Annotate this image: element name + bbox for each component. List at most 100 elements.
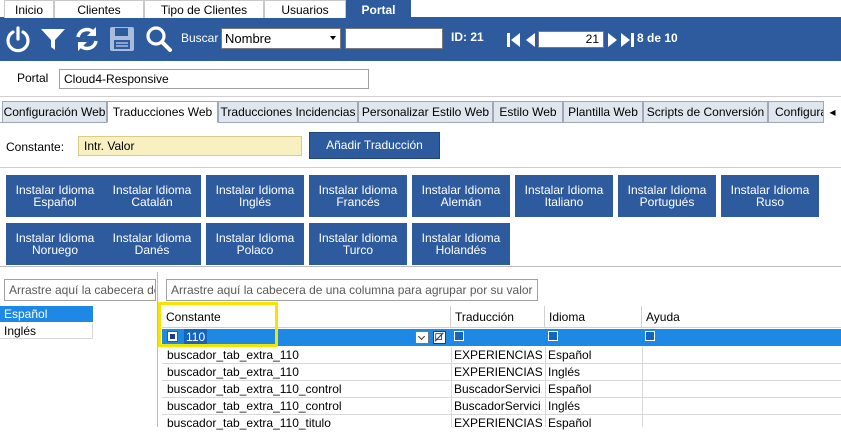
- tabs-scroll-left-icon[interactable]: ◂: [824, 101, 841, 123]
- install-language-button[interactable]: Instalar Idioma Italiano: [515, 175, 613, 217]
- prev-page-icon[interactable]: [525, 32, 536, 48]
- button-line2: Ruso: [755, 195, 784, 209]
- constante-input[interactable]: Intr. Valor: [78, 136, 302, 156]
- button-line2: Catalán: [131, 195, 173, 209]
- install-language-button[interactable]: Instalar Idioma Ruso: [721, 175, 819, 217]
- install-language-button[interactable]: Instalar Idioma Alemán: [412, 175, 510, 217]
- filter-traduccion-icon[interactable]: [454, 331, 464, 341]
- table-row[interactable]: buscador_tab_extra_110 EXPERIENCIAS Espa…: [162, 347, 841, 364]
- column-divider: [642, 347, 643, 427]
- subtabs: Configuración Web Traducciones Web Tradu…: [0, 101, 841, 123]
- install-language-button[interactable]: Instalar Idioma Danés: [103, 223, 201, 265]
- cell-idioma: Español: [548, 416, 592, 430]
- column-divider: [545, 347, 546, 427]
- tab-estilo-web[interactable]: Estilo Web: [493, 101, 563, 123]
- install-language-button[interactable]: Instalar Idioma Holandés: [412, 223, 510, 265]
- tab-configuracion-web[interactable]: Configuración Web: [2, 101, 107, 123]
- filter-idioma-icon[interactable]: [548, 331, 558, 341]
- portal-field[interactable]: Cloud4-Responsive: [59, 69, 369, 89]
- install-language-button[interactable]: Instalar Idioma Español: [6, 175, 104, 217]
- top-nav: Inicio Clientes Tipo de Clientes Usuario…: [0, 0, 841, 18]
- refresh-icon[interactable]: [73, 25, 101, 53]
- cell-constante: buscador_tab_extra_110_control: [167, 382, 342, 396]
- button-line2: Holandés: [435, 243, 487, 257]
- cell-constante: buscador_tab_extra_110_titulo: [167, 416, 331, 430]
- group-by-area[interactable]: Arrastre aquí la cabecera de: [4, 279, 156, 301]
- column-header-ayuda[interactable]: Ayuda: [642, 306, 841, 328]
- cell-traduccion: BuscadorServici...: [454, 399, 542, 413]
- tab-plantilla-web[interactable]: Plantilla Web: [563, 101, 643, 123]
- cell-traduccion: BuscadorServici...: [454, 382, 542, 396]
- nav-tab-usuarios[interactable]: Usuarios: [264, 0, 346, 18]
- table-row[interactable]: buscador_tab_extra_110 EXPERIENCIAS Ingl…: [162, 364, 841, 381]
- tab-configura[interactable]: Configura: [768, 101, 824, 123]
- last-page-icon[interactable]: [620, 32, 634, 48]
- tab-traducciones-web[interactable]: Traducciones Web: [107, 101, 218, 123]
- list-item[interactable]: Inglés: [0, 323, 93, 339]
- button-line2: Turco: [342, 243, 374, 257]
- next-page-icon[interactable]: [607, 32, 618, 48]
- search-field-value: Nombre: [225, 31, 272, 46]
- toolbar: Buscar Nombre ID: 21 21 8 de 10: [0, 18, 841, 61]
- cell-idioma: Español: [548, 382, 592, 396]
- language-list-panel: Arrastre aquí la cabecera de Español Ing…: [0, 272, 158, 427]
- tab-scripts-conversion[interactable]: Scripts de Conversión: [643, 101, 768, 123]
- id-label: ID: 21: [451, 30, 484, 44]
- first-page-icon[interactable]: [507, 32, 521, 48]
- cell-constante: buscador_tab_extra_110: [167, 348, 299, 362]
- highlight-box: [158, 302, 278, 347]
- search-icon[interactable]: [145, 25, 173, 53]
- filter-icon[interactable]: [39, 25, 67, 53]
- install-language-button[interactable]: Instalar Idioma Francés: [309, 175, 407, 217]
- cell-constante: buscador_tab_extra_110: [167, 365, 299, 379]
- tab-personalizar-estilo-web[interactable]: Personalizar Estilo Web: [358, 101, 493, 123]
- search-input[interactable]: [345, 28, 443, 49]
- language-buttons: Instalar Idioma Español Instalar Idioma Ca…: [0, 171, 841, 267]
- button-line2: Italiano: [544, 195, 584, 209]
- button-line2: Polaco: [236, 243, 274, 257]
- install-language-button[interactable]: Instalar Idioma Polaco: [206, 223, 304, 265]
- cell-constante: buscador_tab_extra_110_control: [167, 399, 342, 413]
- save-icon[interactable]: [108, 25, 136, 53]
- button-line2: Español: [33, 195, 77, 209]
- nav-tab-tipo-clientes[interactable]: Tipo de Clientes: [144, 0, 264, 18]
- grid-group-by-area[interactable]: Arrastre aquí la cabecera de una columna…: [166, 279, 538, 301]
- install-language-button[interactable]: Instalar Idioma Catalán: [103, 175, 201, 217]
- list-item[interactable]: Español: [0, 306, 93, 322]
- cell-idioma: Inglés: [548, 399, 581, 413]
- nav-tab-inicio[interactable]: Inicio: [4, 0, 54, 18]
- pager-count: 8 de 10: [637, 31, 678, 45]
- tab-traducciones-incidencias[interactable]: Traducciones Incidencias: [218, 101, 358, 123]
- search-label: Buscar: [181, 31, 219, 45]
- nav-tab-clientes[interactable]: Clientes: [54, 0, 144, 18]
- column-divider: [451, 347, 452, 427]
- cell-idioma: Español: [548, 348, 592, 362]
- button-line2: Portugués: [639, 195, 695, 209]
- table-row[interactable]: buscador_tab_extra_110_titulo EXPERIENCI…: [162, 415, 841, 432]
- constante-label: Constante:: [6, 140, 65, 154]
- add-translation-button[interactable]: Añadir Traducción: [309, 132, 440, 159]
- button-line2: Danés: [134, 243, 170, 257]
- portal-label: Portal: [17, 71, 49, 85]
- table-row[interactable]: buscador_tab_extra_110_control BuscadorS…: [162, 381, 841, 398]
- install-language-button[interactable]: Instalar Idioma Noruego: [6, 223, 104, 265]
- install-language-button[interactable]: Instalar Idioma Turco: [309, 223, 407, 265]
- column-header-idioma[interactable]: Idioma: [545, 306, 642, 328]
- cell-idioma: Inglés: [548, 365, 581, 379]
- filter-ayuda-icon[interactable]: [645, 331, 655, 341]
- cell-traduccion: EXPERIENCIAS: [454, 365, 542, 379]
- cell-traduccion: EXPERIENCIAS: [454, 416, 542, 430]
- portal-row: Portal Cloud4-Responsive: [0, 61, 841, 97]
- clear-filter-icon[interactable]: [433, 331, 446, 344]
- button-line2: Alemán: [440, 195, 482, 209]
- power-icon[interactable]: [4, 25, 32, 53]
- search-field-select[interactable]: Nombre: [221, 28, 341, 49]
- nav-tab-portal[interactable]: Portal: [346, 0, 411, 18]
- button-line2: Inglés: [238, 195, 272, 209]
- page-number-input[interactable]: 21: [538, 31, 604, 48]
- column-header-traduccion[interactable]: Traducción: [451, 306, 545, 328]
- filter-dropdown-icon[interactable]: [415, 331, 429, 344]
- table-row[interactable]: buscador_tab_extra_110_control BuscadorS…: [162, 398, 841, 415]
- install-language-button[interactable]: Instalar Idioma Inglés: [206, 175, 304, 217]
- install-language-button[interactable]: Instalar Idioma Portugués: [618, 175, 716, 217]
